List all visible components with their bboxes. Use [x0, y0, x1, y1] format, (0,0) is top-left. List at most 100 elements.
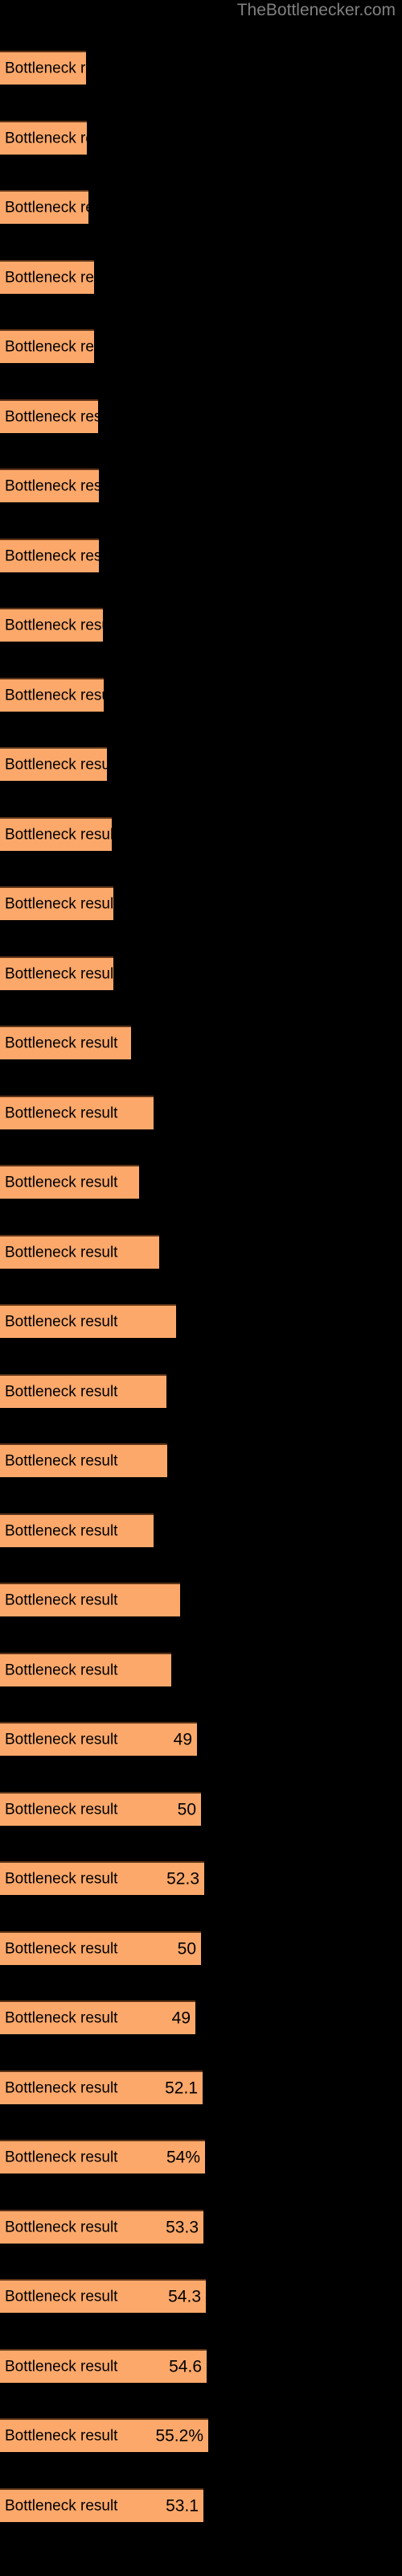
bar-row: Bottleneck result	[0, 596, 402, 666]
bar[interactable]: Bottleneck result 54.6	[0, 2348, 207, 2383]
bar[interactable]: Bottleneck result	[0, 1513, 154, 1547]
bar-row: Bottleneck result	[0, 1641, 402, 1711]
bar[interactable]: Bottleneck result	[0, 329, 117, 363]
bar[interactable]: Bottleneck result 52.3	[0, 1861, 204, 1895]
bar-value: 54.6	[169, 2357, 202, 2376]
bar-row: Bottleneck result	[0, 248, 402, 318]
bar[interactable]: Bottleneck result	[0, 1234, 159, 1269]
bar[interactable]: Bottleneck result	[0, 1095, 154, 1129]
bar-row: Bottleneck result 54.6	[0, 2337, 402, 2407]
site-watermark: TheBottlenecker.com	[236, 1, 396, 19]
bar[interactable]: Bottleneck result	[0, 956, 117, 990]
bar-label: Bottleneck result	[5, 2149, 118, 2166]
bar-row: Bottleneck result	[0, 1571, 402, 1641]
bar-row: Bottleneck result	[0, 1501, 402, 1571]
bar-label: Bottleneck result	[5, 1174, 118, 1191]
bar[interactable]: Bottleneck result	[0, 1443, 167, 1477]
bar-row: Bottleneck result 53.1	[0, 2476, 402, 2546]
bar-value: 54.3	[168, 2287, 201, 2306]
bar-label: Bottleneck result	[5, 408, 118, 425]
bar-row: Bottleneck result	[0, 1084, 402, 1154]
bar-label: Bottleneck result	[5, 60, 118, 77]
bar-label: Bottleneck result	[5, 130, 118, 147]
bar-label: Bottleneck result	[5, 1452, 118, 1470]
bar[interactable]: Bottleneck result	[0, 1652, 171, 1686]
bar-row: Bottleneck result 50	[0, 1780, 402, 1850]
bar-label: Bottleneck result	[5, 2219, 118, 2235]
bar-label: Bottleneck result	[5, 1940, 118, 1957]
bar-value: 50	[177, 1800, 196, 1818]
bar-label: Bottleneck result	[5, 1244, 118, 1261]
bar[interactable]: Bottleneck result	[0, 608, 117, 642]
bar[interactable]: Bottleneck result	[0, 120, 117, 155]
bar[interactable]: Bottleneck result	[0, 1304, 176, 1338]
bar[interactable]: Bottleneck result	[0, 51, 117, 85]
bar[interactable]: Bottleneck result	[0, 747, 117, 781]
bar[interactable]: Bottleneck result	[0, 677, 117, 712]
bar-row: Bottleneck result	[0, 39, 402, 109]
bar-row: Bottleneck result	[0, 735, 402, 805]
bar[interactable]: Bottleneck result 52.1	[0, 2070, 203, 2104]
bar-label: Bottleneck result	[5, 199, 118, 217]
bar-label: Bottleneck result	[5, 2009, 118, 2027]
bar[interactable]: Bottleneck result 54%	[0, 2140, 205, 2174]
bar-row: Bottleneck result 54.3	[0, 2267, 402, 2337]
bar-row: Bottleneck result	[0, 944, 402, 1014]
bar[interactable]: Bottleneck result 49	[0, 1722, 197, 1756]
bar[interactable]: Bottleneck result 50	[0, 1791, 201, 1826]
bar[interactable]: Bottleneck result	[0, 816, 117, 851]
bar-value: 49	[173, 1730, 192, 1749]
bar-label: Bottleneck result	[5, 547, 118, 564]
bar-row: Bottleneck result 55.2%	[0, 2406, 402, 2476]
bar[interactable]: Bottleneck result 50	[0, 1930, 201, 1965]
bar-label: Bottleneck result	[5, 338, 118, 356]
bar-label: Bottleneck result	[5, 1522, 118, 1539]
bar[interactable]: Bottleneck result 53.1	[0, 2487, 203, 2522]
bar-row: Bottleneck result	[0, 1362, 402, 1432]
bar-label: Bottleneck result	[5, 269, 118, 286]
bar-row: Bottleneck result	[0, 805, 402, 875]
bar-row: Bottleneck result	[0, 178, 402, 248]
bar-row: Bottleneck result	[0, 387, 402, 457]
bar[interactable]: Bottleneck result	[0, 886, 117, 920]
bar[interactable]: Bottleneck result	[0, 1165, 139, 1199]
bar[interactable]: Bottleneck result	[0, 398, 117, 433]
bar[interactable]: Bottleneck result 55.2%	[0, 2418, 208, 2452]
bar[interactable]: Bottleneck result 49	[0, 2000, 195, 2034]
bar-value: 49	[171, 2008, 191, 2028]
bar-row: Bottleneck result	[0, 1431, 402, 1501]
bar[interactable]: Bottleneck result	[0, 469, 117, 502]
bar-label: Bottleneck result	[5, 2288, 118, 2306]
bar-label: Bottleneck result	[5, 687, 118, 704]
bar-label: Bottleneck result	[5, 1731, 118, 1748]
bar[interactable]: Bottleneck result 53.3	[0, 2209, 203, 2244]
bar-label: Bottleneck result	[5, 2358, 118, 2375]
bar-value: 50	[177, 1939, 196, 1958]
bar-label: Bottleneck result	[5, 2427, 118, 2445]
bar[interactable]: Bottleneck result	[0, 1373, 166, 1408]
bar-row: Bottleneck result	[0, 109, 402, 179]
bar-label: Bottleneck result	[5, 895, 118, 913]
bar-value: 52.1	[165, 2079, 198, 2097]
bar-row: Bottleneck result	[0, 456, 402, 526]
bar[interactable]: Bottleneck result	[0, 190, 117, 224]
bar-value: 52.3	[166, 1869, 199, 1889]
bar-label: Bottleneck result	[5, 2079, 118, 2096]
bar-row: Bottleneck result	[0, 317, 402, 387]
bar-label: Bottleneck result	[5, 826, 118, 843]
bar-label: Bottleneck result	[5, 617, 118, 634]
bar[interactable]: Bottleneck result	[0, 259, 117, 294]
bar-row: Bottleneck result 49	[0, 1988, 402, 2058]
bar-row: Bottleneck result	[0, 666, 402, 736]
bar-row: Bottleneck result 53.3	[0, 2198, 402, 2268]
bar-label: Bottleneck result	[5, 1591, 118, 1609]
bar-row: Bottleneck result 52.3	[0, 1849, 402, 1919]
bar-row: Bottleneck result	[0, 874, 402, 944]
bar[interactable]: Bottleneck result	[0, 1026, 131, 1059]
bar[interactable]: Bottleneck result	[0, 1583, 180, 1616]
bar[interactable]: Bottleneck result 54.3	[0, 2279, 206, 2313]
bar-row: Bottleneck result 49	[0, 1710, 402, 1780]
bar-value: 54%	[166, 2148, 200, 2167]
bar-row: Bottleneck result	[0, 1223, 402, 1293]
bar[interactable]: Bottleneck result	[0, 538, 117, 572]
